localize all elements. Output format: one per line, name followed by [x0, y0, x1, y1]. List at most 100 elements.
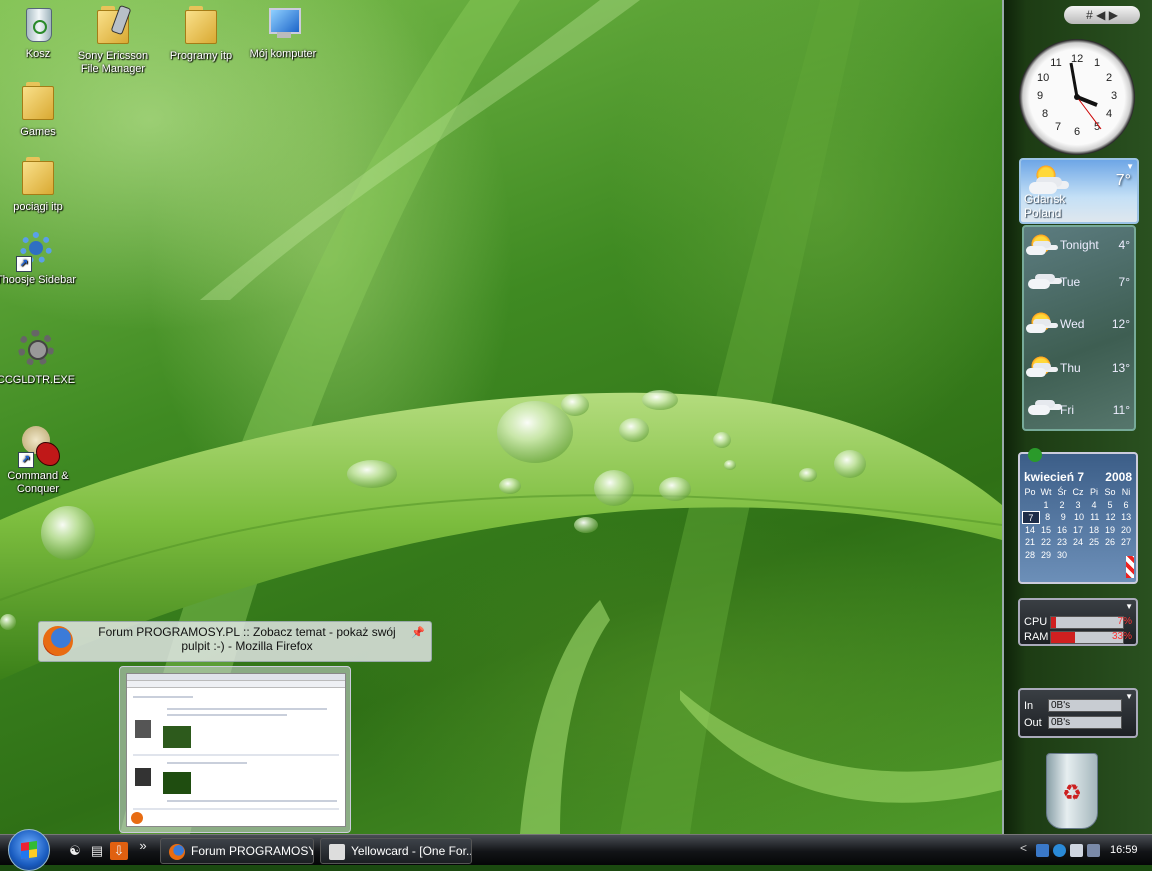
calendar-day[interactable]: 8: [1040, 511, 1056, 524]
calendar-day[interactable]: 20: [1118, 524, 1134, 537]
desktop-icon-programy-itp[interactable]: Programy itp: [156, 4, 246, 63]
cpu-ram-meter-gadget[interactable]: CPU 7% RAM 33% ▼: [1018, 598, 1138, 646]
calendar-day[interactable]: 21: [1022, 536, 1038, 549]
calendar-weekday-row: Po Wt Śr Cz Pi So Ni: [1022, 486, 1134, 499]
calendar-day[interactable]: 11: [1087, 511, 1103, 524]
desktop-icon-label: Sony Ericsson File Manager: [77, 50, 149, 75]
start-button[interactable]: [8, 829, 50, 871]
network-out-value: 0B's: [1048, 716, 1122, 729]
taskbar-clock[interactable]: 16:59: [1110, 835, 1138, 865]
bluetooth-icon[interactable]: [1053, 844, 1066, 857]
document-icon[interactable]: ▤: [88, 842, 106, 860]
forecast-temp: 13°: [1111, 361, 1130, 375]
weather-city: Gdansk: [1024, 192, 1066, 206]
network-in-label: In: [1024, 700, 1034, 712]
weekday-label: So: [1104, 487, 1116, 497]
forecast-row: Tue 7°: [1024, 267, 1134, 297]
calendar-day-today[interactable]: 7: [1022, 511, 1040, 524]
folder-icon: [18, 82, 58, 122]
holly-decoration-icon: [1028, 448, 1042, 462]
forecast-temp: 7°: [1118, 275, 1130, 289]
calendar-day[interactable]: 13: [1118, 511, 1134, 524]
download-icon[interactable]: ⇩: [110, 842, 128, 860]
folder-icon: [18, 157, 58, 197]
calendar-day[interactable]: 1: [1038, 499, 1054, 512]
taskbar-button-firefox[interactable]: Forum PROGRAMOSY...: [160, 838, 314, 864]
forecast-row: Fri 11°: [1024, 395, 1134, 425]
calendar-day[interactable]: [1022, 499, 1038, 512]
desktop-icon-ccgldtr[interactable]: CCGLDTR.EXE: [0, 330, 81, 387]
calendar-day[interactable]: 3: [1070, 499, 1086, 512]
calendar-day[interactable]: [1070, 549, 1086, 562]
calendar-day[interactable]: 9: [1055, 511, 1071, 524]
network-icon[interactable]: [1036, 844, 1049, 857]
calendar-day[interactable]: 25: [1086, 536, 1102, 549]
calendar-gadget[interactable]: kwiecień 7 2008 Po Wt Śr Cz Pi So Ni 1 2…: [1018, 448, 1138, 584]
calendar-day[interactable]: 23: [1054, 536, 1070, 549]
weather-forecast-gadget: Tonight 4° Tue 7° Wed 12° Thu 13° Fri 11…: [1022, 225, 1136, 431]
desktop-icon-games[interactable]: Games: [0, 80, 83, 139]
desktop-icon-sony-ericsson[interactable]: Sony Ericsson File Manager: [68, 4, 158, 76]
desktop-icon-label: CCGLDTR.EXE: [0, 374, 76, 386]
calendar-day[interactable]: 27: [1118, 536, 1134, 549]
candy-cane-decoration-icon: [1126, 556, 1134, 578]
thumbnail-page-content: [126, 673, 346, 827]
calendar-day[interactable]: 14: [1022, 524, 1038, 537]
desktop-icon-thoosje-sidebar[interactable]: ↗ Thoosje Sidebar: [0, 230, 81, 287]
forecast-day: Thu: [1060, 361, 1081, 375]
calendar-day[interactable]: [1102, 549, 1118, 562]
cloud-icon: [1028, 279, 1050, 289]
tray-chevron-icon[interactable]: <: [1020, 841, 1027, 855]
window-thumbnail-preview[interactable]: [119, 666, 351, 833]
taskbar-button-yellowcard[interactable]: Yellowcard - [One For...: [320, 838, 472, 864]
shortcut-arrow-icon: ↗: [16, 256, 32, 272]
calendar-day[interactable]: 2: [1054, 499, 1070, 512]
calendar-day[interactable]: 28: [1022, 549, 1038, 562]
yin-yang-icon[interactable]: ☯: [66, 842, 84, 860]
calendar-day[interactable]: 5: [1102, 499, 1118, 512]
calendar-week-row: 28 29 30: [1022, 549, 1134, 562]
calendar-day[interactable]: 18: [1086, 524, 1102, 537]
calendar-day[interactable]: 10: [1071, 511, 1087, 524]
sidebar-back-icon[interactable]: ◀: [1096, 8, 1105, 22]
analog-clock-gadget[interactable]: 12 1 2 3 4 5 6 7 8 9 10 11: [1019, 39, 1135, 155]
calendar-day[interactable]: 26: [1102, 536, 1118, 549]
shortcut-arrow-icon: ↗: [18, 452, 34, 468]
calendar-day[interactable]: 6: [1118, 499, 1134, 512]
display-icon[interactable]: [1070, 844, 1083, 857]
desktop-icon-label: Programy itp: [169, 50, 233, 62]
dropdown-arrow-icon[interactable]: ▼: [1125, 602, 1133, 611]
sidebar-recycle-bin[interactable]: ♻: [1046, 753, 1098, 829]
desktop-icon-pociagi-itp[interactable]: pociągi itp: [0, 155, 83, 214]
calendar-day[interactable]: 29: [1038, 549, 1054, 562]
cpu-bar: [1050, 616, 1124, 629]
forecast-row: Thu 13°: [1024, 353, 1134, 383]
sidebar-toolbar[interactable]: # ◀ ▶: [1064, 6, 1140, 24]
sidebar-menu-icon[interactable]: #: [1086, 8, 1093, 22]
calendar-day[interactable]: 15: [1038, 524, 1054, 537]
calendar-day[interactable]: 22: [1038, 536, 1054, 549]
dropdown-arrow-icon[interactable]: ▼: [1126, 162, 1134, 171]
weather-current-gadget[interactable]: 7° Gdansk Poland ▼: [1019, 158, 1139, 224]
calendar-day[interactable]: 19: [1102, 524, 1118, 537]
calendar-day[interactable]: 16: [1054, 524, 1070, 537]
network-meter-gadget[interactable]: In 0B's Out 0B's ▼: [1018, 688, 1138, 738]
desktop-icon-command-conquer[interactable]: ↗ Command & Conquer: [0, 426, 83, 496]
dropdown-arrow-icon[interactable]: ▼: [1125, 692, 1133, 701]
folder-icon: [181, 6, 221, 46]
sidebar-forward-icon[interactable]: ▶: [1109, 8, 1118, 22]
pin-icon[interactable]: 📌: [411, 626, 425, 639]
volume-icon[interactable]: [1087, 844, 1100, 857]
calendar-day[interactable]: [1086, 549, 1102, 562]
calendar-day[interactable]: 12: [1103, 511, 1119, 524]
calendar-week-row: 14 15 16 17 18 19 20: [1022, 524, 1134, 537]
calendar-grid: Po Wt Śr Cz Pi So Ni 1 2 3 4 5 6 7 8 9 1…: [1022, 486, 1134, 561]
desktop-icon-my-computer[interactable]: Mój komputer: [238, 4, 328, 61]
forecast-row: Tonight 4°: [1024, 230, 1134, 260]
desktop-icon-label: Thoosje Sidebar: [0, 274, 77, 286]
calendar-day[interactable]: 17: [1070, 524, 1086, 537]
calendar-day[interactable]: 24: [1070, 536, 1086, 549]
calendar-day[interactable]: 30: [1054, 549, 1070, 562]
calendar-day[interactable]: 4: [1086, 499, 1102, 512]
quicklaunch-overflow-icon[interactable]: »: [134, 837, 152, 855]
